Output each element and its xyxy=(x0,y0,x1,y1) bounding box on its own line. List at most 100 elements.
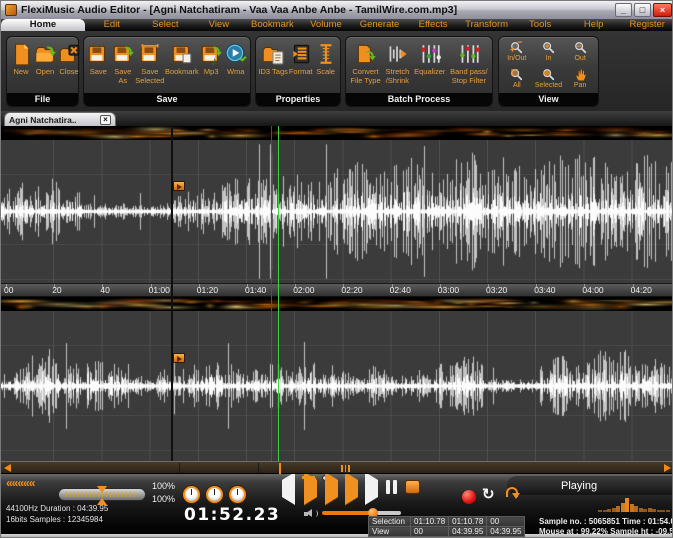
menu-item-transform[interactable]: Transform xyxy=(460,19,514,31)
ribbon-button-bookmark[interactable]: Bookmark xyxy=(165,39,199,92)
ribbon-button-selected[interactable]: Selected xyxy=(533,66,564,93)
ribbon-button-equalizer[interactable]: Equalizer xyxy=(414,39,445,92)
time-value: 01:10.78 xyxy=(449,517,487,527)
timeline-label: 02:20 xyxy=(341,285,362,295)
rewind-chevrons-icon[interactable]: ««««« xyxy=(6,476,34,490)
pan-icon xyxy=(573,67,588,82)
ribbon-button-label: Wma xyxy=(227,68,245,77)
right-channel-waveform[interactable] xyxy=(1,311,673,461)
open-folder-icon xyxy=(33,42,57,66)
menu-item-home[interactable]: Home xyxy=(1,19,85,31)
ribbon-button-label: Open xyxy=(36,68,54,77)
menu-item-bookmark[interactable]: Bookmark xyxy=(246,19,300,31)
overview-strip-bottom[interactable] xyxy=(1,297,673,311)
scrollbar-selection-marks xyxy=(341,465,350,472)
menu-item-effects[interactable]: Effects xyxy=(406,19,460,31)
scroll-right-icon[interactable] xyxy=(664,464,671,472)
ribbon-button-label: Scale xyxy=(316,68,335,77)
ribbon-button-in-out[interactable]: In/Out xyxy=(501,39,532,66)
close-button[interactable]: × xyxy=(653,3,672,17)
ribbon-button-out[interactable]: Out xyxy=(564,39,595,66)
ribbon-button-label: Bookmark xyxy=(165,68,199,77)
zoom-selected-icon xyxy=(541,67,556,82)
bookmark-flag-icon[interactable] xyxy=(173,181,185,191)
play-preview-button[interactable] xyxy=(325,480,338,498)
tab-close-icon[interactable]: × xyxy=(100,115,111,125)
time-value: 00 xyxy=(411,527,449,537)
mouse-position-text: Mouse at : 99.22% Sample ht : -09.56% xyxy=(539,527,673,536)
return-to-start-button[interactable] xyxy=(506,487,518,497)
ribbon-button-save-as[interactable]: Save As xyxy=(111,39,135,92)
speed-knob[interactable] xyxy=(229,486,246,503)
menu-item-edit[interactable]: Edit xyxy=(85,19,139,31)
balance-knob[interactable] xyxy=(206,486,223,503)
ribbon-button-in[interactable]: In xyxy=(533,39,564,66)
ribbon-button-label: All xyxy=(513,82,521,90)
ribbon-button-id3-tags[interactable]: ID3 Tags xyxy=(258,39,287,92)
ribbon-button-scale[interactable]: Scale xyxy=(314,39,338,92)
ribbon-group-title: Batch Process xyxy=(346,93,492,106)
wma-icon xyxy=(224,42,248,66)
menu-item-select[interactable]: Select xyxy=(139,19,193,31)
left-channel-waveform[interactable] xyxy=(1,140,673,283)
volume-knob[interactable] xyxy=(183,486,200,503)
document-tab[interactable]: Agni Natchatira.. × xyxy=(4,112,116,126)
loop-button[interactable]: ↻ xyxy=(482,485,495,503)
scroll-left-icon[interactable] xyxy=(4,464,11,472)
timeline-label: 01:20 xyxy=(197,285,218,295)
maximize-button[interactable]: □ xyxy=(634,3,651,17)
ribbon-button-stretch-shrink[interactable]: Stretch /Shrink xyxy=(385,39,409,92)
menu-item-register[interactable]: Register xyxy=(620,19,673,31)
ribbon-button-wma[interactable]: Wma xyxy=(224,39,248,92)
scrollbar-position-marker[interactable] xyxy=(279,463,281,474)
ribbon-button-save[interactable]: Save xyxy=(86,39,110,92)
ribbon-button-new[interactable]: New xyxy=(9,39,33,92)
play-selection-button[interactable] xyxy=(345,480,358,498)
ribbon-button-close[interactable]: Close xyxy=(57,39,81,92)
play-from-marker-button[interactable] xyxy=(304,480,317,498)
minimize-button[interactable]: _ xyxy=(615,3,632,17)
speaker-icon xyxy=(304,509,318,518)
play-button[interactable] xyxy=(365,480,378,498)
bookmark-marker-line xyxy=(171,126,173,461)
volume-slider[interactable] xyxy=(322,511,401,515)
scale-icon xyxy=(314,42,338,66)
app-icon xyxy=(5,4,17,16)
timeline-ruler[interactable]: 00204001:0001:2001:4002:0002:2002:4003:0… xyxy=(1,283,673,297)
stop-button[interactable] xyxy=(405,480,420,494)
ribbon-button-mp3[interactable]: ♪Mp3 xyxy=(199,39,223,92)
timeline-label: 40 xyxy=(100,285,109,295)
overview-strip-top[interactable] xyxy=(1,126,673,140)
menu-item-view[interactable]: View xyxy=(192,19,246,31)
ribbon-group-title: Properties xyxy=(256,93,340,106)
table-row: View0004:39.9504:39.95 xyxy=(369,527,525,537)
record-button[interactable] xyxy=(462,490,476,504)
horizontal-scrollbar[interactable] xyxy=(1,461,673,474)
menu-item-tools[interactable]: Tools xyxy=(513,19,567,31)
ribbon-button-band-pass-stop-filter[interactable]: Band pass/ Stop Filter xyxy=(450,39,488,92)
menu-item-help[interactable]: Help xyxy=(567,19,621,31)
ribbon-button-open[interactable]: Open xyxy=(33,39,57,92)
menu-item-volume[interactable]: Volume xyxy=(299,19,353,31)
ribbon-group-save: SaveSave AsSave SelectedBookmark♪Mp3WmaS… xyxy=(83,36,251,107)
zoom-slider-handle[interactable] xyxy=(96,486,108,505)
ribbon-button-all[interactable]: All xyxy=(501,66,532,93)
ribbon-group-title: Save xyxy=(84,93,250,106)
ribbon-button-pan[interactable]: Pan xyxy=(564,66,595,93)
current-time-display: 01:52.23 xyxy=(184,505,280,525)
menu-item-generate[interactable]: Generate xyxy=(353,19,407,31)
ribbon-button-label: Format xyxy=(289,68,313,77)
ribbon-button-format[interactable]: Format xyxy=(289,39,313,92)
ribbon-button-convert-file-type[interactable]: Convert File Type xyxy=(350,39,380,92)
new-document-icon xyxy=(9,42,33,66)
stretch-shrink-icon xyxy=(385,42,409,66)
zoom-slider[interactable] xyxy=(58,488,146,501)
pause-button[interactable] xyxy=(386,480,400,499)
ribbon-button-save-selected[interactable]: Save Selected xyxy=(135,39,164,92)
save-as-icon xyxy=(111,42,135,66)
timeline-label: 03:20 xyxy=(486,285,507,295)
go-to-start-button[interactable] xyxy=(282,480,295,498)
bookmark-flag-icon[interactable] xyxy=(173,353,185,363)
ribbon-group-view: In/OutInOutAllSelectedPanView xyxy=(498,36,599,107)
ribbon-button-label: Save As xyxy=(114,68,131,85)
